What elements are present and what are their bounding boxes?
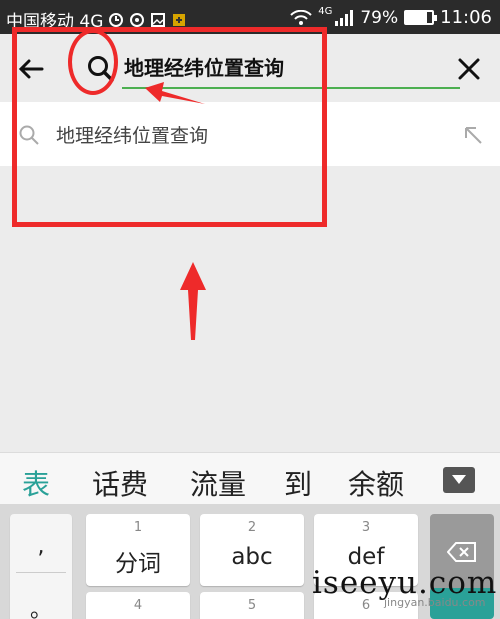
key-2[interactable]: 2 abc <box>200 514 304 586</box>
clock: 11:06 <box>440 7 492 28</box>
punct-comma[interactable]: , <box>10 534 72 559</box>
candidate-item[interactable]: 流量 <box>190 463 246 503</box>
key-1[interactable]: 1 分词 <box>86 514 190 586</box>
candidate-item[interactable]: 到 <box>284 463 312 503</box>
punct-period[interactable]: 。 <box>10 592 72 619</box>
backspace-icon <box>447 542 476 562</box>
battery-percent: 79% <box>360 7 399 28</box>
close-icon[interactable] <box>452 52 486 86</box>
annotation-box <box>12 27 327 227</box>
collapse-keyboard-icon[interactable] <box>443 467 475 493</box>
location-icon <box>130 12 145 27</box>
status-right: 4G 79% 11:06 <box>290 6 492 28</box>
sync-icon <box>109 12 124 27</box>
candidate-item[interactable]: 话费 <box>92 463 148 503</box>
key-number: 2 <box>247 520 257 535</box>
key-label: abc <box>231 544 273 570</box>
candidate-item[interactable]: 余额 <box>348 463 404 503</box>
key-number: 4 <box>133 598 143 613</box>
key-number: 5 <box>247 598 257 613</box>
key-number: 3 <box>361 520 371 535</box>
network-tag: 4G <box>318 6 333 17</box>
annotation-arrow-up <box>180 262 206 340</box>
fill-arrow-icon[interactable] <box>462 124 484 146</box>
key-5[interactable]: 5 <box>200 592 304 619</box>
punctuation-column[interactable]: , 。 <box>10 514 72 619</box>
battery-fill <box>406 12 427 23</box>
key-number: 1 <box>133 520 143 535</box>
key-4[interactable]: 4 <box>86 592 190 619</box>
candidate-item[interactable]: 表 <box>22 463 50 503</box>
candidate-bar: 表 话费 流量 到 余额 <box>0 452 500 504</box>
punct-divider <box>16 572 66 573</box>
signal-icon <box>335 9 354 26</box>
app-notification-icon <box>173 13 186 26</box>
battery-icon <box>404 10 438 25</box>
key-label: 分词 <box>115 551 161 577</box>
annotation-circle <box>68 29 118 95</box>
image-icon <box>151 12 166 27</box>
watermark-small: jingyan.baidu.com <box>384 596 486 609</box>
wifi-icon <box>290 9 312 25</box>
